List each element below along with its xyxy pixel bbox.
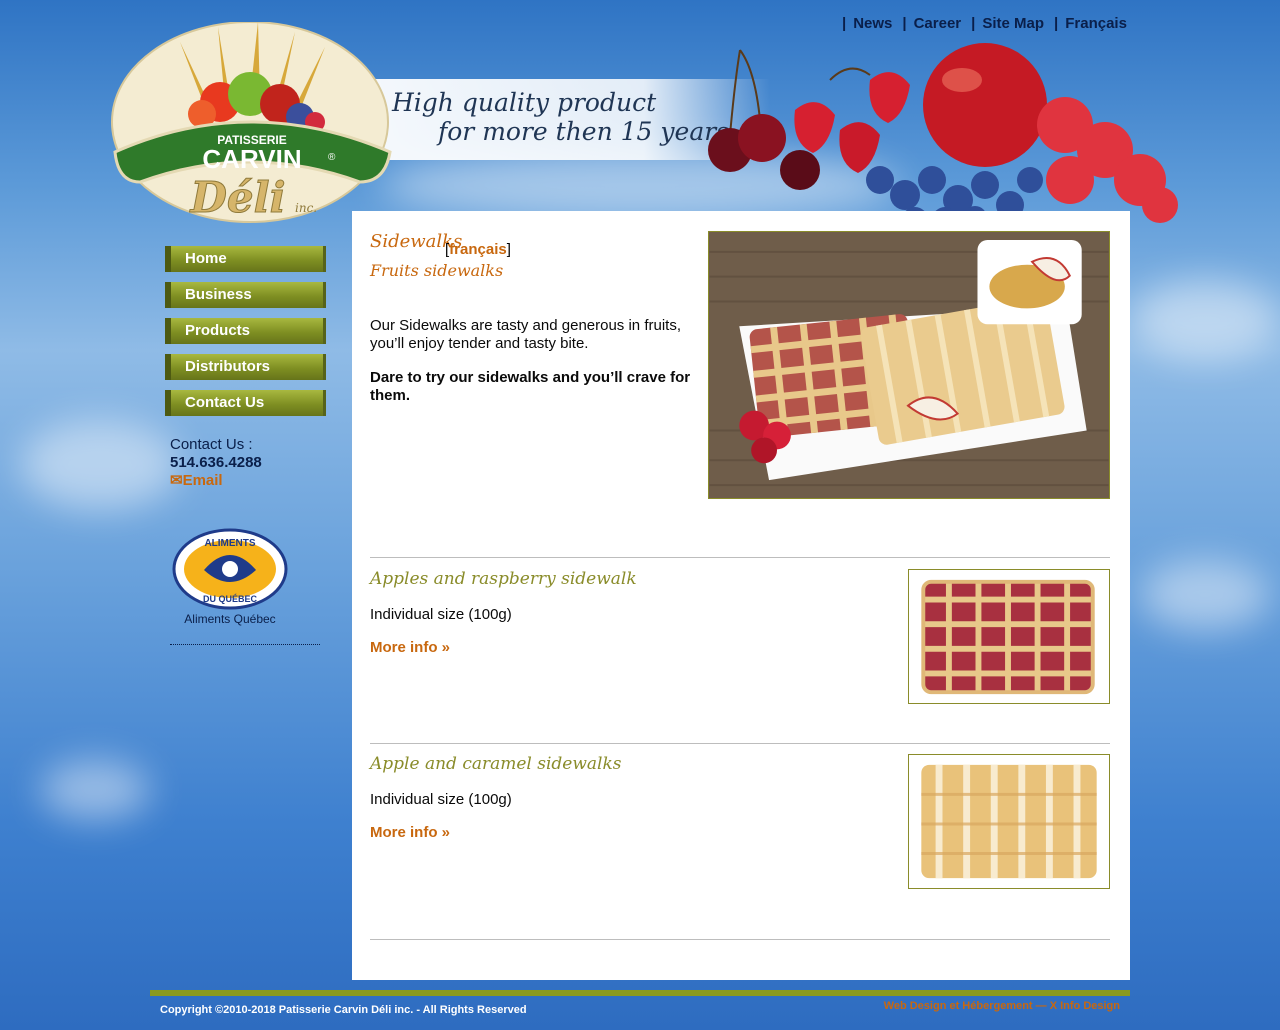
fruit-banner-image [708,43,1178,233]
more-info-link[interactable]: More info » [370,639,450,656]
logo-suffix: inc. [295,201,317,215]
menu-item-home[interactable]: Home [165,246,326,272]
banner-tagline-line1: High quality product [392,88,657,117]
logo-script: Déli [189,173,285,222]
product-thumbnail-raspberry[interactable] [908,569,1110,704]
nav-separator: | [842,15,847,32]
contact-email-label: Email [182,472,223,489]
contact-phone[interactable]: 514.636.4288 [170,454,262,472]
nav-separator: | [902,15,907,32]
footer-copyright: Copyright ©2010-2018 Patisserie Carvin D… [160,1004,527,1016]
logo-brand: CARVIN [202,144,301,174]
menu-item-distributors[interactable]: Distributors [165,354,326,380]
nav-separator: | [971,15,976,32]
product-title: Apples and raspberry sidewalk [370,569,637,589]
email-icon: ✉ [170,472,183,489]
menu-item-contact-us[interactable]: Contact Us [165,390,326,416]
language-switch: [français] [445,241,511,258]
menu-item-business[interactable]: Business [165,282,326,308]
product-size: Individual size (100g) [370,606,512,623]
contact-email-link[interactable]: ✉Email [170,472,223,489]
section-divider [370,939,1110,940]
logo-registered: ® [328,152,336,163]
cloud-decoration [40,760,150,820]
contact-label: Contact Us : [170,436,253,453]
menu-item-products[interactable]: Products [165,318,326,344]
cloud-decoration [1140,560,1270,630]
badge-top-text: ALIMENTS [204,538,255,549]
top-navigation: | News | Career | Site Map | Français [838,15,1127,32]
aliments-quebec-logo[interactable]: ALIMENTS DU QUÉBEC [172,528,288,610]
product-thumbnail-caramel[interactable] [908,754,1110,889]
carvin-deli-logo[interactable]: PATISSERIE CARVIN ® Déli inc. [110,22,395,227]
product-title: Apple and caramel sidewalks [370,754,622,774]
banner-tagline-line2: for more then 15 years. [438,117,737,146]
nav-link-francais[interactable]: Français [1065,15,1127,32]
nav-separator: | [1054,15,1059,32]
sidewalks-hero-image [708,231,1110,499]
nav-link-career[interactable]: Career [914,15,962,32]
content-panel: Sidewalks [français] Fruits sidewalks Ou… [352,211,1130,980]
nav-link-site-map[interactable]: Site Map [982,15,1044,32]
intro-text: Our Sidewalks are tasty and generous in … [370,317,681,352]
cloud-decoration [20,420,180,510]
nav-link-news[interactable]: News [853,15,892,32]
footer-credit-link[interactable]: Web Design et Hébergement — X Info Desig… [884,1000,1120,1012]
bracket-close: ] [506,241,511,258]
page-subtitle: Fruits sidewalks [370,261,504,280]
cloud-decoration [1130,280,1280,360]
section-divider [370,557,1110,558]
language-link-francais[interactable]: français [449,241,507,258]
aliments-quebec-label: Aliments Québec [184,612,276,626]
footer-bar [150,990,1130,996]
section-divider [370,743,1110,744]
more-info-link[interactable]: More info » [370,824,450,841]
main-menu: Home Business Products Distributors Cont… [165,246,326,426]
sidebar-divider [170,644,320,645]
product-size: Individual size (100g) [370,791,512,808]
contact-block: Contact Us : 514.636.4288 ✉Email [170,436,262,490]
badge-bottom-text: DU QUÉBEC [203,594,258,604]
intro-bold-text: Dare to try our sidewalks and you’ll cra… [370,369,691,404]
